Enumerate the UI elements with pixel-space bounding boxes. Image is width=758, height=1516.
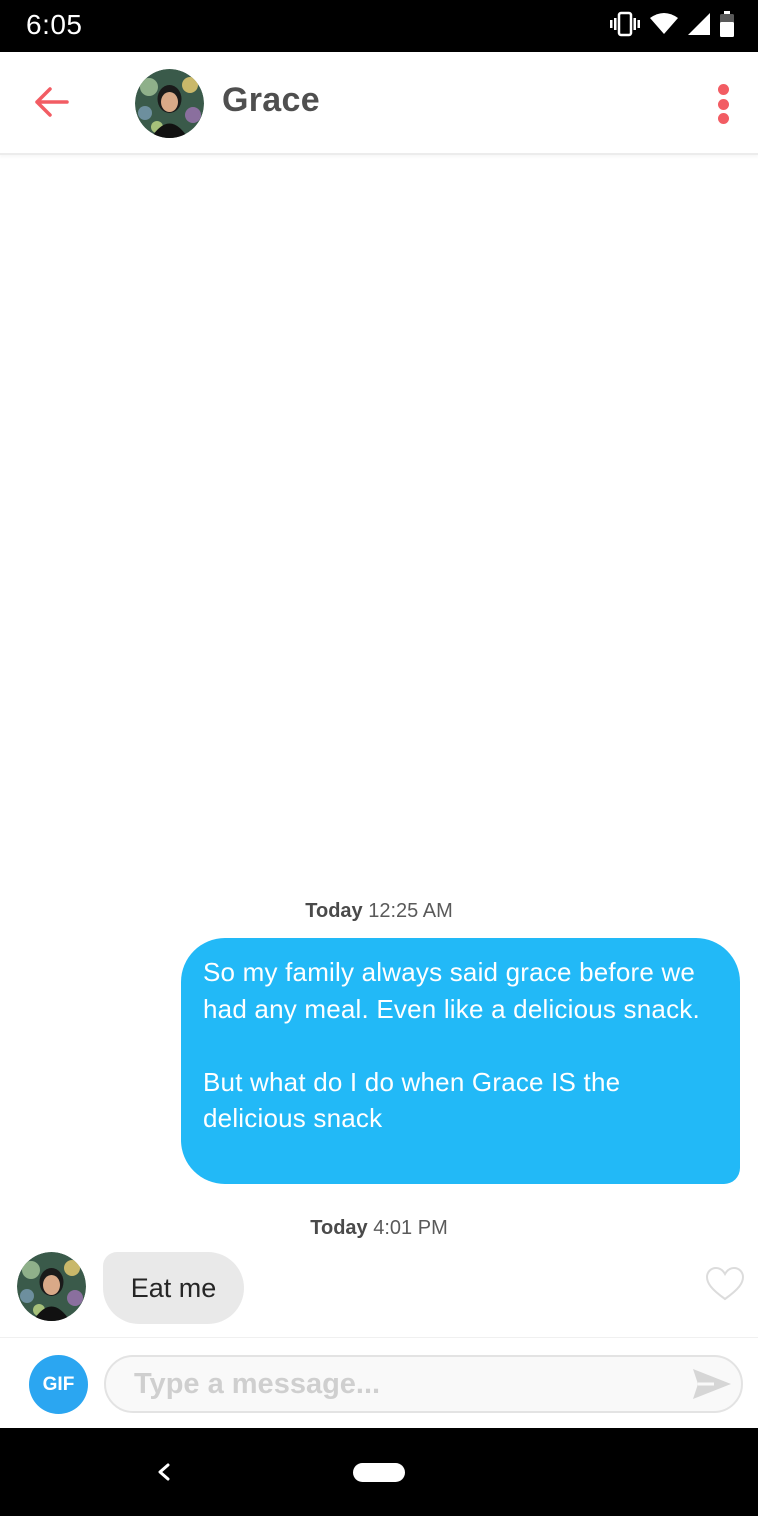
timestamp-time: 4:01 PM bbox=[373, 1217, 448, 1239]
contact-name[interactable]: Grace bbox=[222, 81, 320, 120]
wifi-icon bbox=[650, 12, 678, 40]
more-vertical-icon bbox=[717, 84, 729, 95]
timestamp-day: Today bbox=[310, 1217, 368, 1239]
status-bar: 6:05 bbox=[0, 0, 758, 52]
message-paragraph: So my family always said grace before we… bbox=[203, 957, 700, 1024]
status-icons bbox=[610, 10, 734, 42]
message-timestamp: Today 4:01 PM bbox=[0, 1217, 758, 1240]
sent-message-bubble[interactable]: So my family always said grace before we… bbox=[181, 938, 740, 1184]
sender-avatar[interactable] bbox=[17, 1252, 86, 1321]
like-message-button[interactable] bbox=[705, 1266, 745, 1301]
gif-button[interactable]: GIF bbox=[29, 1355, 88, 1414]
back-button[interactable] bbox=[30, 82, 74, 126]
battery-icon bbox=[720, 10, 734, 42]
signal-icon bbox=[688, 12, 710, 40]
profile-photo bbox=[17, 1252, 86, 1321]
send-button[interactable] bbox=[692, 1367, 732, 1401]
message-text: Eat me bbox=[130, 1272, 217, 1303]
message-timestamp: Today 12:25 AM bbox=[0, 900, 758, 923]
nav-back-icon bbox=[153, 1463, 175, 1492]
status-time: 6:05 bbox=[26, 9, 83, 40]
message-composer: GIF bbox=[0, 1337, 758, 1428]
received-message-bubble[interactable]: Eat me bbox=[103, 1252, 244, 1324]
avatar[interactable] bbox=[135, 69, 204, 138]
more-options-button[interactable] bbox=[706, 80, 740, 128]
nav-back-button[interactable] bbox=[153, 1456, 175, 1488]
timestamp-day: Today bbox=[305, 900, 363, 922]
chat-header: Grace bbox=[0, 52, 758, 155]
heart-outline-icon bbox=[705, 1266, 745, 1305]
arrow-left-icon bbox=[35, 86, 69, 122]
system-nav-bar bbox=[0, 1428, 758, 1516]
timestamp-time: 12:25 AM bbox=[368, 900, 453, 922]
profile-photo bbox=[135, 69, 204, 138]
message-paragraph: But what do I do when Grace IS the delic… bbox=[203, 1066, 621, 1134]
message-input[interactable] bbox=[104, 1355, 743, 1413]
send-icon bbox=[692, 1369, 732, 1405]
vibrate-icon bbox=[610, 11, 640, 42]
nav-home-pill[interactable] bbox=[353, 1463, 405, 1482]
